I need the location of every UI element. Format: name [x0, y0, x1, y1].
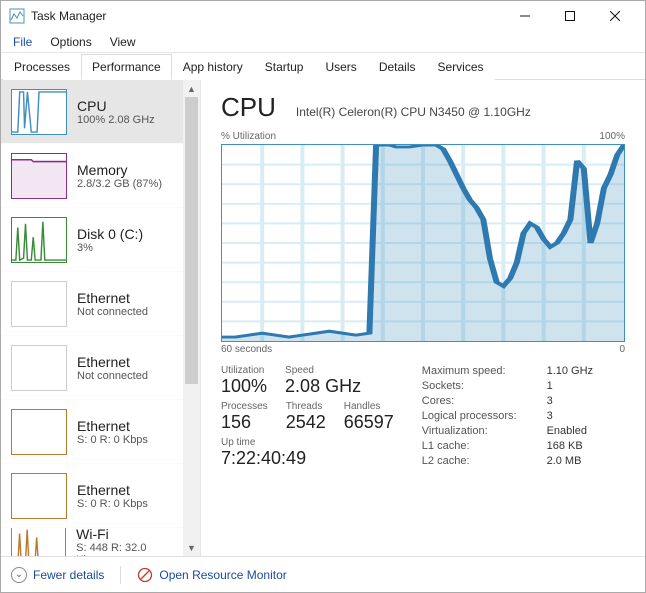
sidebar-wifi-sub: S: 448 R: 32.0 Kbps	[76, 542, 173, 557]
tab-processes[interactable]: Processes	[3, 54, 81, 80]
sidebar-disk-sub: 3%	[77, 242, 143, 254]
minimize-button[interactable]	[502, 1, 547, 31]
utilization-value: 100%	[221, 376, 267, 397]
logical-val: 3	[547, 410, 593, 422]
scroll-track[interactable]	[183, 97, 200, 539]
cores-val: 3	[547, 395, 593, 407]
scroll-up-button[interactable]: ▲	[183, 80, 200, 97]
sidebar-eth1-title: Ethernet	[77, 290, 148, 306]
ethernet-thumb-icon	[11, 473, 67, 519]
l1-val: 168 KB	[547, 440, 593, 452]
threads-value: 2542	[286, 412, 326, 433]
sidebar-eth3-sub: S: 0 R: 0 Kbps	[77, 434, 148, 446]
sidebar-eth2-title: Ethernet	[77, 354, 148, 370]
page-title: CPU	[221, 92, 276, 123]
sidebar-cpu-title: CPU	[77, 98, 155, 114]
sidebar-item-wifi[interactable]: Wi-FiS: 448 R: 32.0 Kbps	[1, 528, 183, 556]
fewer-details-button[interactable]: ⌄ Fewer details	[11, 567, 104, 583]
ethernet-thumb-icon	[11, 281, 67, 327]
axis-label-100pct: 100%	[599, 131, 625, 142]
sidebar-disk-title: Disk 0 (C:)	[77, 226, 143, 242]
menu-file[interactable]: File	[5, 32, 40, 52]
sidebar-eth4-sub: S: 0 R: 0 Kbps	[77, 498, 148, 510]
handles-label: Handles	[344, 401, 394, 412]
open-resource-monitor-label: Open Resource Monitor	[159, 568, 286, 582]
open-resource-monitor-link[interactable]: Open Resource Monitor	[137, 567, 286, 583]
l1-key: L1 cache:	[422, 440, 517, 452]
processes-value: 156	[221, 412, 268, 433]
sockets-key: Sockets:	[422, 380, 517, 392]
axis-label-0: 0	[619, 344, 625, 355]
logical-key: Logical processors:	[422, 410, 517, 422]
maximize-button[interactable]	[547, 1, 592, 31]
l2-val: 2.0 MB	[547, 455, 593, 467]
sidebar-scrollbar[interactable]: ▲ ▼	[183, 80, 200, 556]
sidebar-item-eth-3[interactable]: EthernetS: 0 R: 0 Kbps	[1, 400, 183, 464]
chevron-down-icon: ⌄	[11, 567, 27, 583]
sidebar-item-memory[interactable]: Memory2.8/3.2 GB (87%)	[1, 144, 183, 208]
sidebar-memory-title: Memory	[77, 162, 162, 178]
menu-bar: File Options View	[1, 31, 645, 53]
sidebar-cpu-sub: 100% 2.08 GHz	[77, 114, 155, 126]
uptime-value: 7:22:40:49	[221, 448, 394, 469]
virt-key: Virtualization:	[422, 425, 517, 437]
fewer-details-label: Fewer details	[33, 568, 104, 582]
tab-details[interactable]: Details	[368, 54, 427, 80]
maxspeed-val: 1.10 GHz	[547, 365, 593, 377]
scroll-down-button[interactable]: ▼	[183, 539, 200, 556]
title-bar: Task Manager	[1, 1, 645, 31]
tab-performance[interactable]: Performance	[81, 54, 172, 80]
main-panel: CPU Intel(R) Celeron(R) CPU N3450 @ 1.10…	[201, 80, 645, 556]
ethernet-thumb-icon	[11, 345, 67, 391]
sidebar-eth3-title: Ethernet	[77, 418, 148, 434]
sidebar-eth1-sub: Not connected	[77, 306, 148, 318]
ethernet-thumb-icon	[11, 409, 67, 455]
window-title: Task Manager	[31, 9, 502, 23]
cpu-name: Intel(R) Celeron(R) CPU N3450 @ 1.10GHz	[296, 105, 531, 119]
close-button[interactable]	[592, 1, 637, 31]
sidebar-memory-sub: 2.8/3.2 GB (87%)	[77, 178, 162, 190]
tab-app-history[interactable]: App history	[172, 54, 254, 80]
sidebar: CPU100% 2.08 GHz Memory2.8/3.2 GB (87%) …	[1, 80, 201, 556]
tab-startup[interactable]: Startup	[254, 54, 315, 80]
scroll-thumb[interactable]	[185, 97, 198, 384]
speed-label: Speed	[285, 365, 361, 376]
tab-services[interactable]: Services	[427, 54, 495, 80]
menu-options[interactable]: Options	[42, 32, 99, 52]
processes-label: Processes	[221, 401, 268, 412]
tab-users[interactable]: Users	[314, 54, 367, 80]
sidebar-item-eth-4[interactable]: EthernetS: 0 R: 0 Kbps	[1, 464, 183, 528]
sidebar-eth4-title: Ethernet	[77, 482, 148, 498]
menu-view[interactable]: View	[102, 32, 144, 52]
sidebar-item-eth-2[interactable]: EthernetNot connected	[1, 336, 183, 400]
sidebar-item-disk[interactable]: Disk 0 (C:)3%	[1, 208, 183, 272]
speed-value: 2.08 GHz	[285, 376, 361, 397]
axis-label-utilization: % Utilization	[221, 131, 276, 142]
app-icon	[9, 8, 25, 24]
tab-strip: Processes Performance App history Startu…	[1, 53, 645, 80]
cores-key: Cores:	[422, 395, 517, 407]
utilization-label: Utilization	[221, 365, 267, 376]
maxspeed-key: Maximum speed:	[422, 365, 517, 377]
resource-monitor-icon	[137, 567, 153, 583]
virt-val: Enabled	[547, 425, 593, 437]
threads-label: Threads	[286, 401, 326, 412]
divider	[120, 566, 121, 584]
uptime-label: Up time	[221, 437, 394, 448]
wifi-thumb-icon	[11, 528, 66, 556]
footer: ⌄ Fewer details Open Resource Monitor	[1, 556, 645, 592]
memory-thumb-icon	[11, 153, 67, 199]
disk-thumb-icon	[11, 217, 67, 263]
handles-value: 66597	[344, 412, 394, 433]
sidebar-item-eth-1[interactable]: EthernetNot connected	[1, 272, 183, 336]
sidebar-item-cpu[interactable]: CPU100% 2.08 GHz	[1, 80, 183, 144]
sidebar-eth2-sub: Not connected	[77, 370, 148, 382]
sockets-val: 1	[547, 380, 593, 392]
sidebar-wifi-title: Wi-Fi	[76, 528, 173, 542]
cpu-chart	[221, 144, 625, 342]
cpu-thumb-icon	[11, 89, 67, 135]
l2-key: L2 cache:	[422, 455, 517, 467]
axis-label-60s: 60 seconds	[221, 344, 272, 355]
